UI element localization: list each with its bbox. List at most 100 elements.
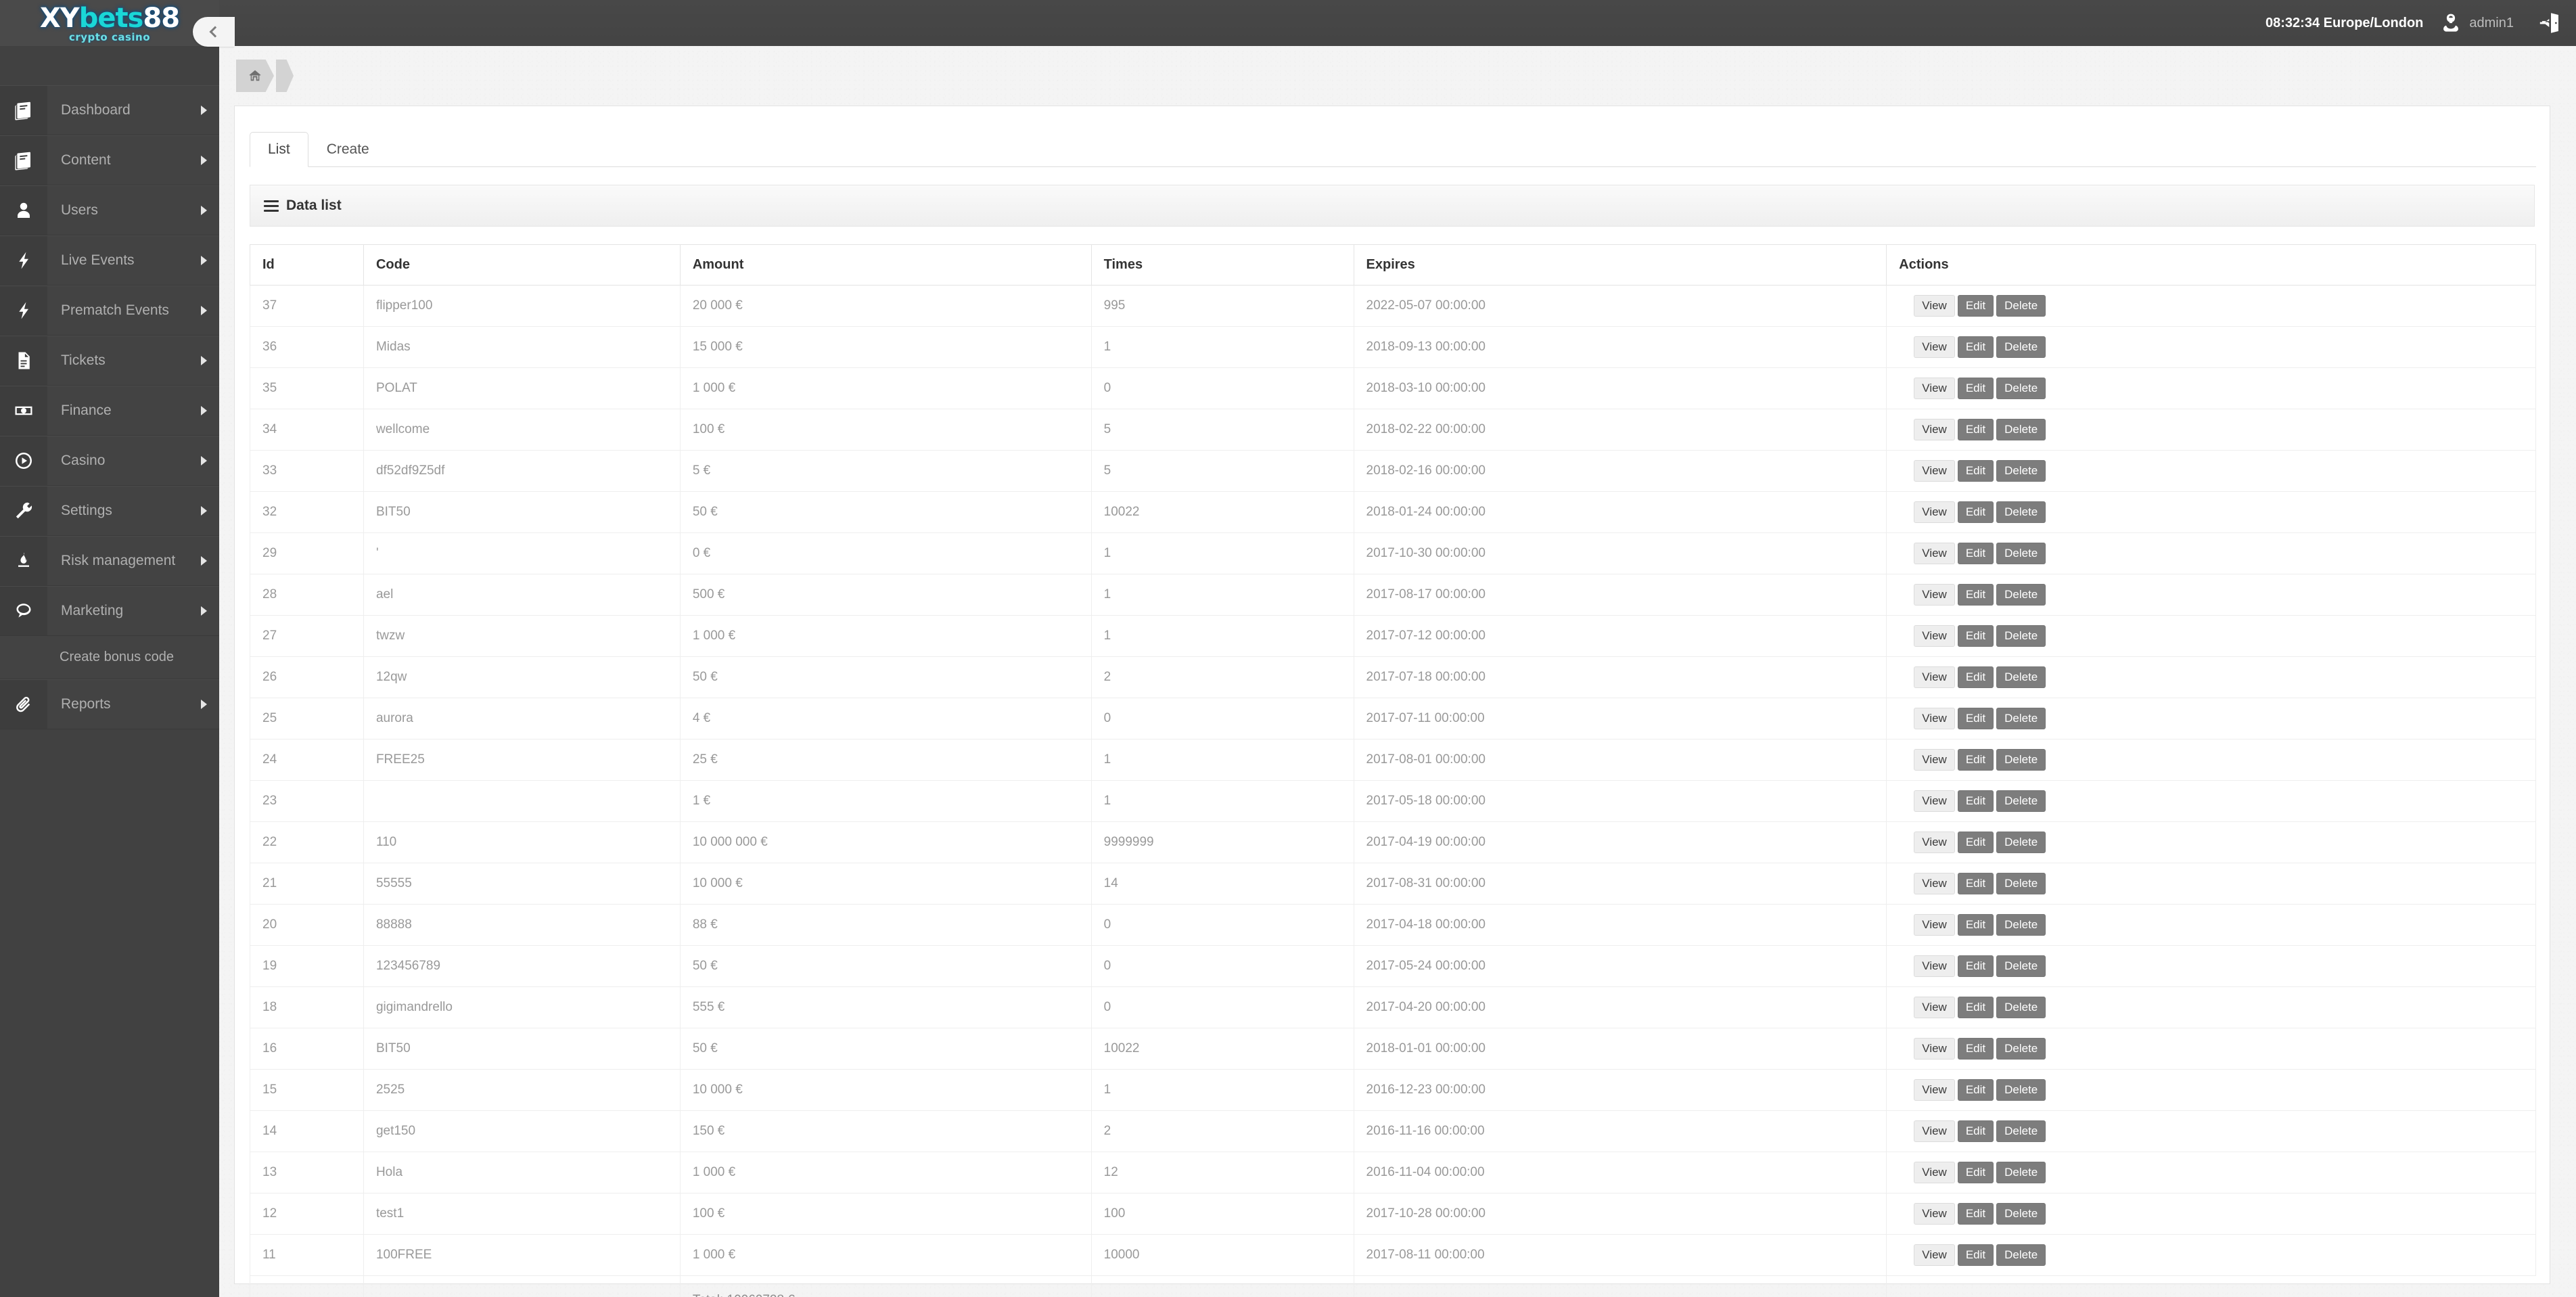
user-menu[interactable]: admin1 [2439,12,2514,35]
delete-button[interactable]: Delete [1996,584,2046,606]
sidebar-item-finance[interactable]: 1Finance [0,386,219,436]
edit-button[interactable]: Edit [1958,460,1994,482]
view-button[interactable]: View [1914,1079,1955,1101]
edit-button[interactable]: Edit [1958,1038,1994,1060]
view-button[interactable]: View [1914,1120,1955,1142]
view-button[interactable]: View [1914,914,1955,936]
delete-button[interactable]: Delete [1996,419,2046,440]
edit-button[interactable]: Edit [1958,295,1994,317]
edit-button[interactable]: Edit [1958,749,1994,771]
edit-button[interactable]: Edit [1958,666,1994,688]
view-button[interactable]: View [1914,1162,1955,1183]
edit-button[interactable]: Edit [1958,1079,1994,1101]
sidebar-collapse-toggle[interactable] [193,17,235,47]
edit-button[interactable]: Edit [1958,997,1994,1018]
sidebar-item-casino[interactable]: Casino [0,436,219,486]
logout-icon[interactable] [2537,11,2561,35]
breadcrumb-home-link[interactable] [236,60,274,92]
sidebar-subitem-create-bonus-code[interactable]: Create bonus code [0,636,219,679]
brand-logo[interactable]: XYbets88 crypto casino [0,0,219,46]
delete-button[interactable]: Delete [1996,790,2046,812]
edit-button[interactable]: Edit [1958,790,1994,812]
view-button[interactable]: View [1914,1038,1955,1060]
delete-button[interactable]: Delete [1996,749,2046,771]
sidebar-item-settings[interactable]: Settings [0,486,219,536]
delete-button[interactable]: Delete [1996,1079,2046,1101]
edit-button[interactable]: Edit [1958,1162,1994,1183]
delete-button[interactable]: Delete [1996,378,2046,399]
breadcrumb [236,60,294,92]
edit-button[interactable]: Edit [1958,1120,1994,1142]
delete-button[interactable]: Delete [1996,1244,2046,1266]
delete-button[interactable]: Delete [1996,708,2046,729]
sidebar-item-dashboard[interactable]: Dashboard [0,85,219,135]
sidebar-item-content[interactable]: Content [0,135,219,185]
delete-button[interactable]: Delete [1996,625,2046,647]
view-button[interactable]: View [1914,419,1955,440]
sidebar-item-risk-management[interactable]: Risk management [0,536,219,586]
view-button[interactable]: View [1914,997,1955,1018]
sidebar-item-marketing[interactable]: Marketing [0,586,219,636]
edit-button[interactable]: Edit [1958,1203,1994,1225]
view-button[interactable]: View [1914,378,1955,399]
view-button[interactable]: View [1914,584,1955,606]
view-button[interactable]: View [1914,749,1955,771]
edit-button[interactable]: Edit [1958,914,1994,936]
edit-button[interactable]: Edit [1958,543,1994,564]
view-button[interactable]: View [1914,625,1955,647]
sidebar-menu-list: DashboardContentUsersLive EventsPrematch… [0,85,219,729]
edit-button[interactable]: Edit [1958,584,1994,606]
delete-button[interactable]: Delete [1996,295,2046,317]
view-button[interactable]: View [1914,873,1955,894]
edit-button[interactable]: Edit [1958,378,1994,399]
view-button[interactable]: View [1914,460,1955,482]
column-header-times: Times [1091,245,1354,286]
edit-button[interactable]: Edit [1958,419,1994,440]
view-button[interactable]: View [1914,708,1955,729]
edit-button[interactable]: Edit [1958,501,1994,523]
cell-code: 100FREE [363,1235,680,1276]
sidebar-item-prematch-events[interactable]: Prematch Events [0,286,219,336]
edit-button[interactable]: Edit [1958,955,1994,977]
view-button[interactable]: View [1914,832,1955,853]
view-button[interactable]: View [1914,955,1955,977]
delete-button[interactable]: Delete [1996,543,2046,564]
edit-button[interactable]: Edit [1958,708,1994,729]
sidebar-item-live-events[interactable]: Live Events [0,235,219,286]
tab-list[interactable]: List [250,132,308,167]
sidebar-item-reports[interactable]: Reports [0,679,219,729]
delete-button[interactable]: Delete [1996,873,2046,894]
delete-button[interactable]: Delete [1996,1203,2046,1225]
view-button[interactable]: View [1914,295,1955,317]
logo-text-88: 88 [143,3,179,34]
delete-button[interactable]: Delete [1996,1038,2046,1060]
delete-button[interactable]: Delete [1996,1162,2046,1183]
delete-button[interactable]: Delete [1996,1120,2046,1142]
view-button[interactable]: View [1914,666,1955,688]
delete-button[interactable]: Delete [1996,460,2046,482]
delete-button[interactable]: Delete [1996,955,2046,977]
view-button[interactable]: View [1914,543,1955,564]
delete-button[interactable]: Delete [1996,914,2046,936]
cell-id: 11 [250,1235,364,1276]
delete-button[interactable]: Delete [1996,501,2046,523]
delete-button[interactable]: Delete [1996,336,2046,358]
sidebar-item-tickets[interactable]: Tickets [0,336,219,386]
sidebar-item-users[interactable]: Users [0,185,219,235]
edit-button[interactable]: Edit [1958,1244,1994,1266]
wrench-icon [0,486,47,535]
delete-button[interactable]: Delete [1996,997,2046,1018]
cell-code: get150 [363,1111,680,1152]
view-button[interactable]: View [1914,501,1955,523]
view-button[interactable]: View [1914,1203,1955,1225]
view-button[interactable]: View [1914,790,1955,812]
edit-button[interactable]: Edit [1958,832,1994,853]
view-button[interactable]: View [1914,1244,1955,1266]
edit-button[interactable]: Edit [1958,873,1994,894]
edit-button[interactable]: Edit [1958,625,1994,647]
delete-button[interactable]: Delete [1996,832,2046,853]
tab-create[interactable]: Create [308,132,388,167]
delete-button[interactable]: Delete [1996,666,2046,688]
edit-button[interactable]: Edit [1958,336,1994,358]
view-button[interactable]: View [1914,336,1955,358]
